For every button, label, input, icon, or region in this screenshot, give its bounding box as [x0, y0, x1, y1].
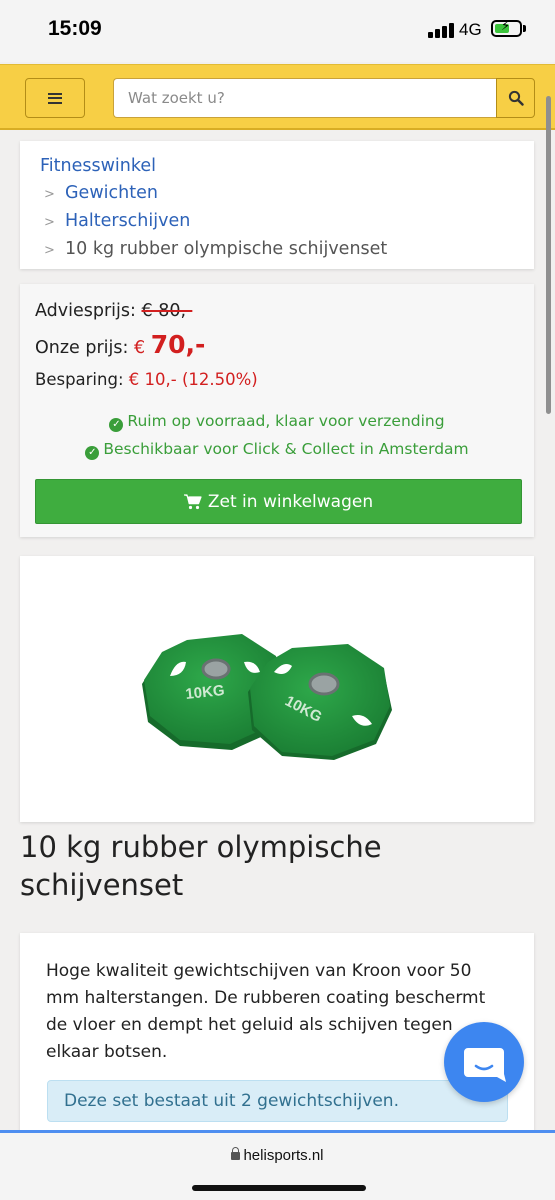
breadcrumb-link-gewichten[interactable]: Gewichten: [65, 183, 158, 203]
product-title: 10 kg rubber olympische schijvenset: [20, 830, 382, 902]
saving-row: Besparing: € 10,- (12.50%): [35, 365, 519, 395]
hamburger-icon: [48, 92, 62, 104]
chat-button[interactable]: [444, 1022, 524, 1102]
shopping-cart-icon: [183, 493, 202, 509]
search-button[interactable]: [496, 78, 535, 118]
breadcrumb: Fitnesswinkel > Gewichten > Halterschijven…: [20, 141, 534, 269]
our-price-value: 70,-: [150, 330, 206, 359]
our-price-label: Onze prijs:: [35, 338, 129, 358]
page-scrollbar[interactable]: [546, 96, 551, 414]
weight-plates-image: 10KG 10KG: [142, 634, 392, 760]
breadcrumb-current: 10 kg rubber olympische schijvenset: [65, 239, 388, 259]
availability: ✓ Ruim op voorraad, klaar voor verzending…: [35, 407, 519, 463]
chevron-right-icon: >: [44, 215, 55, 230]
info-alert-text: Deze set bestaat uit 2 gewichtschijven.: [64, 1091, 399, 1111]
battery-cap: [523, 25, 526, 32]
search-icon: [508, 90, 524, 106]
pickup-status: ✓ Beschikbaar voor Click & Collect in Ams…: [35, 435, 519, 463]
breadcrumb-item: > Halterschijven: [40, 208, 514, 236]
browser-bottom-bar: helisports.nl: [0, 1130, 555, 1200]
price-card: Adviesprijs: € 80,- Onze prijs: € 70,- B…: [20, 284, 534, 537]
weight-plate-front: 10KG: [248, 644, 392, 760]
breadcrumb-item: > Gewichten: [40, 180, 514, 208]
check-circle-icon: ✓: [85, 446, 100, 460]
advice-price-row: Adviesprijs: € 80,-: [35, 294, 519, 328]
breadcrumb-link-fitnesswinkel[interactable]: Fitnesswinkel: [40, 156, 156, 176]
search-input[interactable]: [113, 78, 497, 118]
url-bar[interactable]: helisports.nl: [0, 1147, 555, 1164]
pickup-status-text: Beschikbaar voor Click & Collect in Amst…: [103, 440, 469, 458]
breadcrumb-link-halterschijven[interactable]: Halterschijven: [65, 211, 190, 231]
network-type: 4G: [459, 20, 482, 39]
our-price-row: Onze prijs: € 70,-: [35, 328, 519, 365]
stock-status: ✓ Ruim op voorraad, klaar voor verzending: [35, 407, 519, 435]
stock-status-text: Ruim op voorraad, klaar voor verzending: [127, 412, 445, 430]
url-text: helisports.nl: [243, 1147, 324, 1164]
status-time: 15:09: [48, 17, 102, 40]
breadcrumb-item: Fitnesswinkel: [40, 153, 514, 180]
product-description: Hoge kwaliteit gewichtschijven van Kroon…: [46, 961, 486, 1062]
chevron-right-icon: >: [44, 243, 55, 258]
lock-icon: [231, 1147, 241, 1160]
product-image[interactable]: 10KG 10KG: [20, 556, 534, 822]
add-to-cart-button[interactable]: Zet in winkelwagen: [35, 479, 522, 524]
signal-icon: [428, 22, 456, 38]
site-header: [0, 64, 555, 130]
saving-value: € 10,- (12.50%): [128, 370, 258, 389]
menu-button[interactable]: [25, 78, 85, 118]
chevron-right-icon: >: [44, 187, 55, 202]
chat-icon: [464, 1048, 506, 1082]
home-indicator[interactable]: [192, 1185, 366, 1191]
advice-price-label: Adviesprijs:: [35, 301, 136, 321]
add-to-cart-label: Zet in winkelwagen: [207, 491, 374, 512]
breadcrumb-item: >10 kg rubber olympische schijvenset: [40, 236, 514, 264]
saving-label: Besparing:: [35, 370, 124, 389]
battery-icon: ⚡: [491, 19, 522, 37]
check-circle-icon: ✓: [109, 418, 124, 432]
status-bar: 15:09 4G ⚡: [0, 0, 555, 62]
advice-price-value: € 80,-: [141, 301, 193, 321]
currency-symbol: €: [134, 338, 146, 358]
info-alert: Deze set bestaat uit 2 gewichtschijven.: [47, 1080, 508, 1122]
